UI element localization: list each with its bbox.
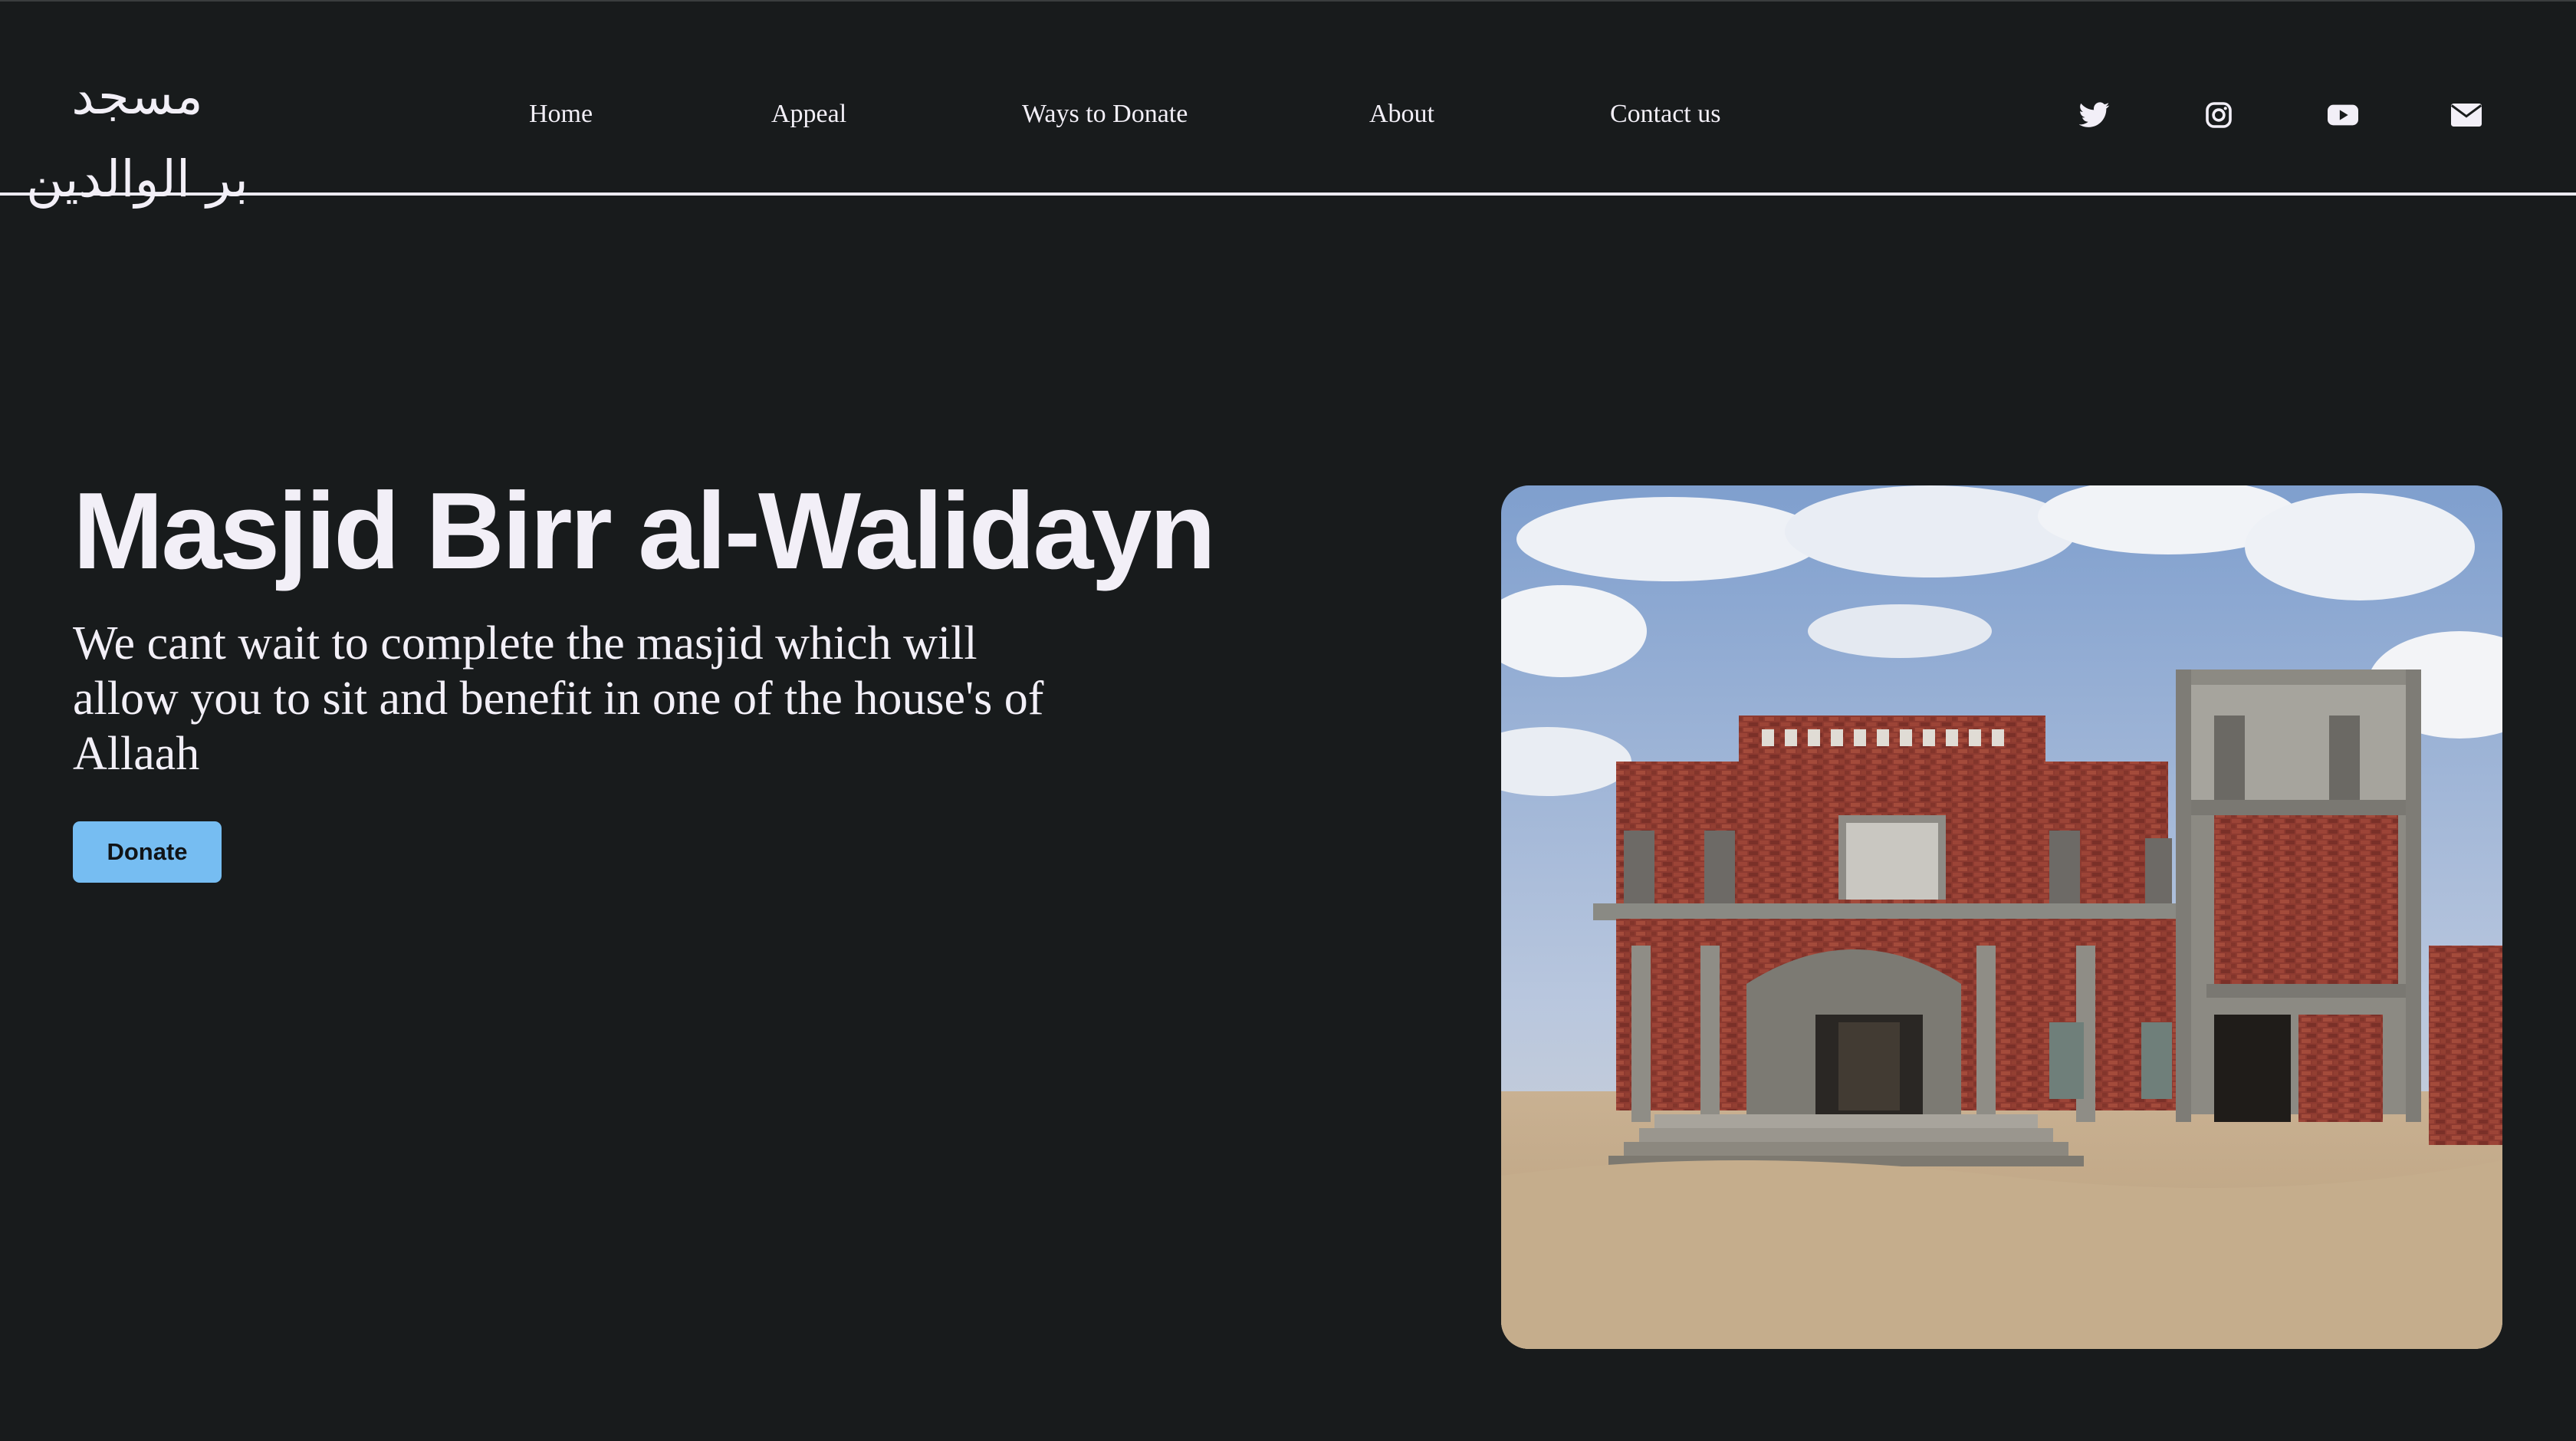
logo-line-2: بر الوالدين [25,150,248,209]
logo-line-1: مسجد [71,67,203,126]
youtube-icon [2328,104,2358,126]
mail-icon [2451,104,2482,127]
nav-contact-us[interactable]: Contact us [1610,100,1720,129]
mosque-photo [1501,485,2502,1349]
youtube-link[interactable] [2328,100,2358,130]
twitter-link[interactable] [2079,100,2110,130]
donate-button[interactable]: Donate [73,821,222,883]
hero-title: Masjid Birr al-Walidayn [73,470,1216,592]
site-logo[interactable]: مسجد بر الوالدين [11,55,264,221]
email-link[interactable] [2451,100,2482,130]
nav-appeal[interactable]: Appeal [771,100,846,129]
site-header: مسجد بر الوالدين Home Appeal Ways to Don… [0,2,2576,209]
nav-ways-to-donate[interactable]: Ways to Donate [1022,100,1188,129]
nav-about[interactable]: About [1369,100,1434,129]
instagram-link[interactable] [2203,100,2234,130]
twitter-icon [2079,102,2110,127]
nav-home[interactable]: Home [529,100,593,129]
hero-subtitle: We cant wait to complete the masjid whic… [73,617,1044,780]
instagram-icon [2206,102,2232,128]
